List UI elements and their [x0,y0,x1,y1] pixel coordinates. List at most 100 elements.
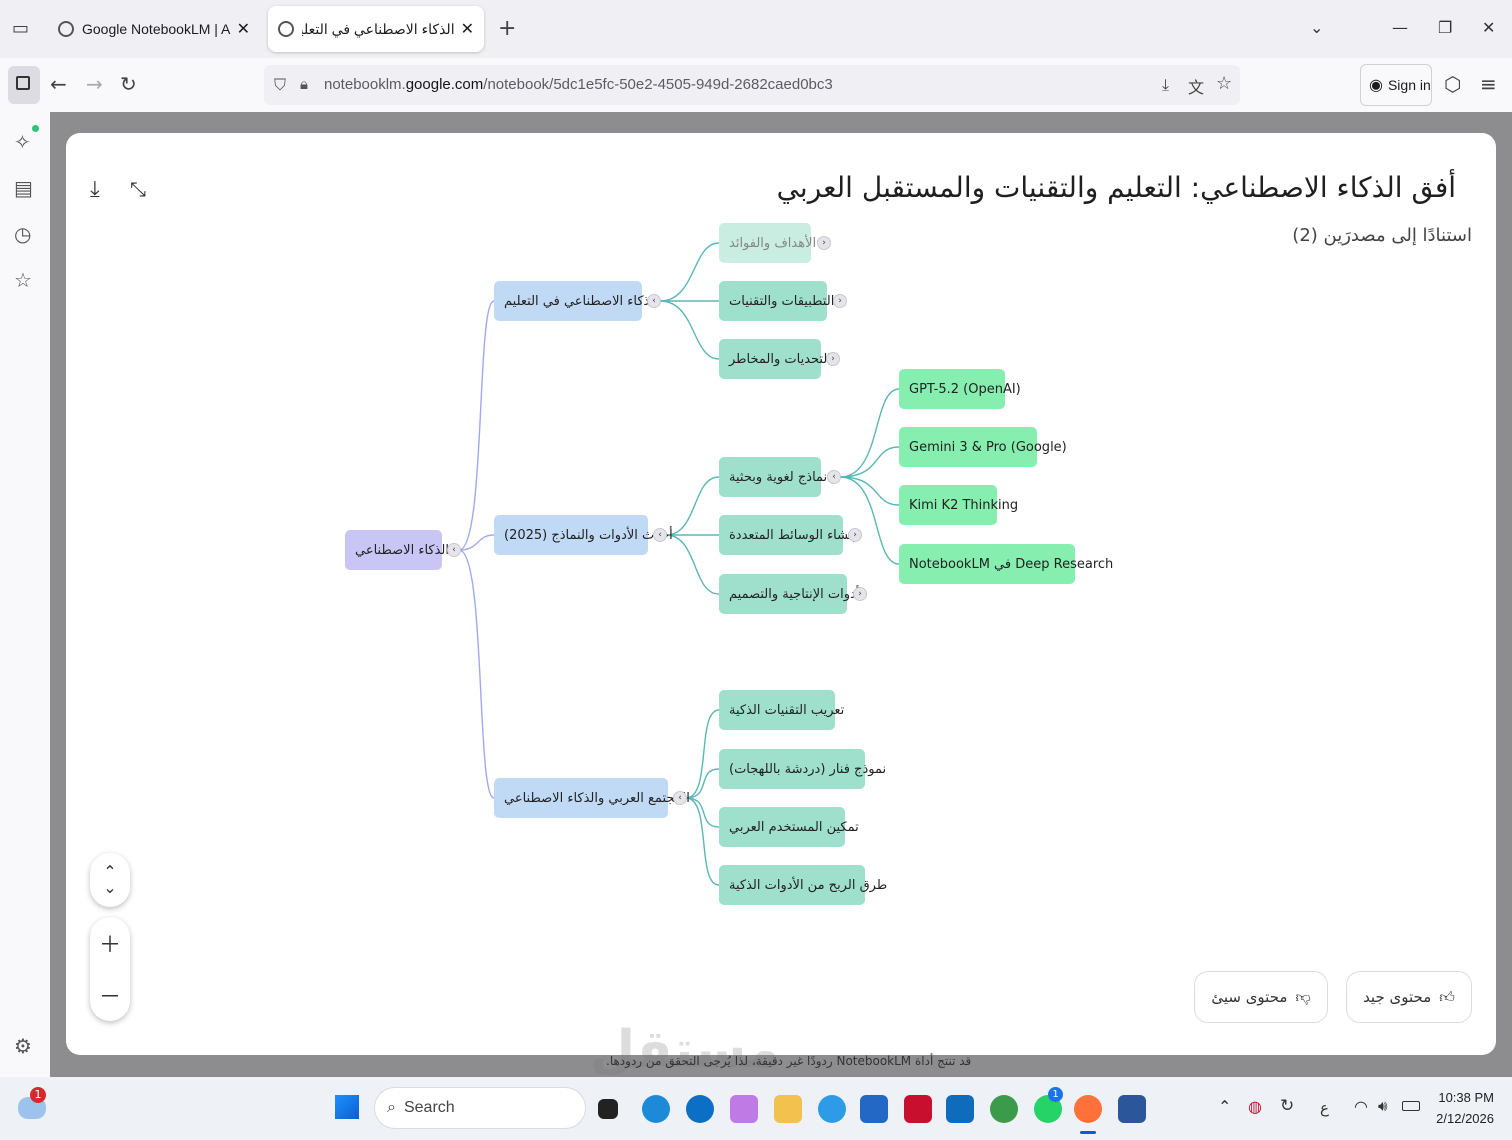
forward-arrow-icon[interactable]: → [86,72,103,96]
windows-taskbar: 1 ⌕ Search 1 ⌃ ◍ ↻ ع ◠ 🔊︎ 10:38 PM 2/12/… [0,1077,1512,1140]
expand-toggle-icon[interactable]: › [848,528,862,542]
firefox-icon[interactable] [1074,1095,1102,1123]
sidebar-toggle-icon [16,76,30,90]
restore-button[interactable]: ❐ [1438,18,1452,37]
url-bar[interactable]: ⛉ 🔒︎ notebooklm.google.com/notebook/5dc1… [264,65,1240,105]
wifi-icon[interactable]: ◠ [1354,1097,1368,1116]
security-tray-icon[interactable]: ◍ [1248,1097,1262,1116]
mindmap-leaf-node[interactable]: Kimi K2 Thinking [899,485,1018,525]
mindmap-leaf-node[interactable]: GPT-5.2 (OpenAI) [899,369,1021,409]
expand-toggle-icon[interactable]: › [833,294,847,308]
bookmark-star-icon[interactable]: ☆ [1216,73,1232,94]
hp-icon[interactable] [686,1095,714,1123]
tracking-protection-shield-icon[interactable]: ⛉ [274,75,286,95]
mindmap-topic-node[interactable]: أدوات الإنتاجية والتصميم [719,574,859,614]
mindmap-topic-node[interactable]: نموذج فنار (دردشة باللهجات) [719,749,886,789]
input-language-indicator[interactable]: ع [1320,1099,1329,1117]
star-icon[interactable]: ☆ [14,268,32,292]
browser-sidebar: ✧ ▤ ◷ ☆ ⚙ [0,112,50,1077]
sync-tray-icon[interactable]: ↻ [1280,1096,1294,1116]
history-icon[interactable]: ◷ [14,222,31,246]
zoom-in-button[interactable]: ＋ [99,927,121,959]
store-icon[interactable] [860,1095,888,1123]
collapse-toggle-icon[interactable]: ‹ [647,294,661,308]
active-app-indicator [1080,1131,1096,1134]
menu-hamburger-icon[interactable]: ≡ [1480,72,1497,96]
tab-overflow-chevron-icon[interactable]: ⌄ [1310,18,1323,37]
settings-icon[interactable]: ⚙ [14,1034,32,1058]
system-clock[interactable]: 10:38 PM 2/12/2026 [1420,1087,1494,1129]
disclaimer-text: قد تنتج أداة NotebookLM ردودًا غير دقيقة… [606,1054,972,1068]
tab-close-icon[interactable]: ✕ [455,19,474,39]
url-text: notebooklm.google.com/notebook/5dc1e5fc-… [324,76,833,93]
clock-time: 10:38 PM [1438,1090,1494,1105]
weather-badge: 1 [30,1087,46,1103]
translate-icon[interactable]: 文 [1188,74,1204,98]
volume-icon[interactable]: 🔊︎ [1378,1097,1387,1115]
expand-toggle-icon[interactable]: › [826,352,840,366]
collapse-toggle-icon[interactable]: ‹ [673,791,687,805]
bad-content-button[interactable]: 👎︎ محتوى سيئ [1194,971,1328,1023]
minimize-button[interactable]: — [1392,18,1408,37]
notification-dot [32,125,39,132]
sign-in-button[interactable]: ◉ Sign in [1360,64,1432,106]
good-content-button[interactable]: 👍︎ محتوى جيد [1346,971,1472,1023]
thumbs-up-icon: 👍︎ [1439,987,1455,1006]
library-icon[interactable]: ▤ [14,176,33,200]
mindmap-canvas: الذكاء الاصطناعي ‹ الذكاء الاصطناعي في ا… [66,133,1496,1055]
sign-in-label: Sign in [1387,77,1431,93]
taskbar-search[interactable]: ⌕ Search [374,1087,586,1129]
skype-icon[interactable] [818,1095,846,1123]
collapse-toggle-icon[interactable]: ‹ [653,528,667,542]
outlook-icon[interactable] [946,1095,974,1123]
tab-close-icon[interactable]: ✕ [231,19,250,39]
mindmap-topic-node[interactable]: تمكين المستخدم العربي [719,807,859,847]
collapse-toggle-icon[interactable]: ‹ [827,470,841,484]
install-app-icon[interactable]: ⤓ [1162,75,1169,95]
mindmap-root-node[interactable]: الذكاء الاصطناعي [345,530,449,570]
new-tab-button[interactable]: + [498,16,516,41]
mindmap-topic-node[interactable]: إنشاء الوسائط المتعددة [719,515,856,555]
notebooklm-favicon-icon [278,21,294,37]
zoom-controls: ＋ － [90,917,130,1021]
collapse-toggle-icon[interactable]: ‹ [447,543,461,557]
mindmap-topic-node[interactable]: التحديات والمخاطر [719,339,831,379]
tab-list-icon[interactable]: ▭ [12,18,29,39]
whatsapp-badge: 1 [1048,1087,1063,1102]
bad-content-label: محتوى سيئ [1211,988,1288,1006]
extensions-icon[interactable]: ⬡ [1444,72,1461,96]
show-hidden-icons-chevron-icon[interactable]: ⌃ [1218,1097,1231,1116]
mindmap-topic-node[interactable]: نماذج لغوية وبحثية [719,457,827,497]
zoom-out-button[interactable]: － [99,979,121,1011]
word-icon[interactable] [1118,1095,1146,1123]
copilot-icon[interactable] [730,1095,758,1123]
file-explorer-icon[interactable] [774,1095,802,1123]
expand-toggle-icon[interactable]: › [853,587,867,601]
sparkle-icon[interactable]: ✧ [14,130,31,154]
battery-icon[interactable] [1402,1101,1420,1111]
mindmap-leaf-node[interactable]: Gemini 3 & Pro (Google) [899,427,1067,467]
start-windows-icon[interactable] [335,1095,359,1119]
network-globe-icon[interactable] [990,1095,1018,1123]
mindmap-topic-node[interactable]: تعريب التقنيات الذكية [719,690,844,730]
close-window-button[interactable]: ✕ [1482,18,1495,37]
tab-notebooklm-home[interactable]: Google NotebookLM | AI Resea ✕ [48,6,260,52]
back-arrow-icon[interactable]: ← [50,72,67,96]
tab-mindmap[interactable]: الذكاء الاصطناعي في التعليم - N ✕ [268,6,484,52]
mindmap-leaf-node[interactable]: Deep Research في NotebookLM [899,544,1113,584]
expand-toggle-icon[interactable]: › [817,236,831,250]
search-placeholder: Search [403,1099,455,1116]
mindmap-branch-node[interactable]: المجتمع العربي والذكاء الاصطناعي [494,778,690,818]
account-icon: ◉ [1369,77,1383,94]
mindmap-topic-node[interactable]: التطبيقات والتقنيات [719,281,834,321]
mindmap-branch-node[interactable]: أحدث الأدوات والنماذج (2025) [494,515,673,555]
mindmap-topic-node[interactable]: طرق الربح من الأدوات الذكية [719,865,887,905]
task-view-icon[interactable] [598,1099,618,1119]
mindmap-topic-node[interactable]: الأهداف والفوائد [719,223,816,263]
edge-icon[interactable] [642,1095,670,1123]
reload-icon[interactable]: ↻ [120,72,137,96]
mcafee-icon[interactable] [904,1095,932,1123]
mindmap-branch-node[interactable]: الذكاء الاصطناعي في التعليم [494,281,658,321]
lock-icon[interactable]: 🔒︎ [300,75,308,93]
expand-collapse-all-button[interactable]: ⌃ ⌄ [90,853,130,907]
